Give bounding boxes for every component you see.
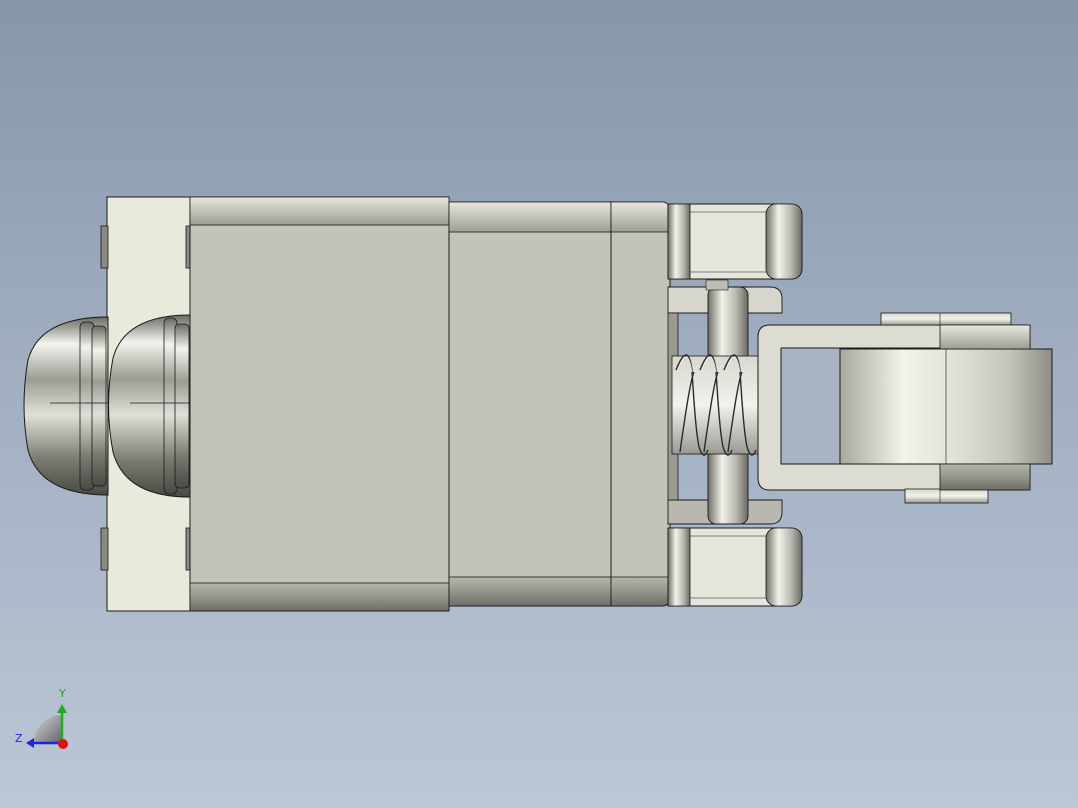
secondary-housing	[448, 201, 612, 607]
y-axis-arrowhead	[57, 704, 67, 713]
triad-y-label: Y	[59, 687, 66, 700]
triad-arc	[34, 715, 62, 743]
cad-viewport[interactable]	[0, 0, 1078, 808]
triad-z-label: Z	[15, 732, 23, 745]
x-axis-dot	[58, 739, 68, 749]
z-axis-arrowhead	[26, 738, 34, 748]
return-spring	[671, 354, 761, 456]
housing-end-cap	[610, 201, 671, 607]
bracket-ear-bottom	[667, 527, 803, 607]
main-housing	[189, 196, 450, 612]
bracket-ear-top	[667, 203, 803, 280]
orientation-triad[interactable]	[26, 704, 68, 749]
plunger-domes	[23, 314, 191, 498]
